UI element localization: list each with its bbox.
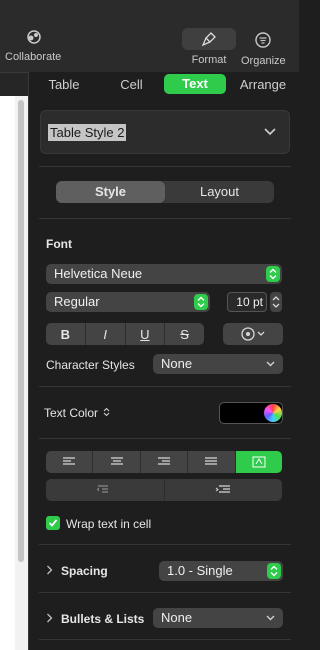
document-header-strip [0, 72, 28, 96]
typeface-value: Regular [54, 294, 100, 309]
divider [39, 639, 291, 640]
typeface-popup[interactable]: Regular [46, 292, 210, 312]
document-canvas[interactable] [0, 96, 15, 650]
wrap-text-label: Wrap text in cell [66, 517, 152, 531]
paintbrush-icon [182, 28, 236, 50]
updown-arrows-icon [103, 407, 110, 417]
decrease-indent-button[interactable] [46, 479, 165, 501]
divider [39, 438, 291, 439]
segment-style[interactable]: Style [56, 181, 165, 203]
paragraph-style-name: Table Style 2 [48, 124, 127, 141]
collaborate-button[interactable]: Collaborate [5, 29, 61, 63]
toolbar: Collaborate Format Organize [0, 0, 299, 72]
divider [39, 386, 291, 387]
font-size-stepper[interactable] [270, 292, 282, 312]
updown-arrows-icon [267, 563, 281, 579]
text-style-buttons: B I U S [46, 323, 204, 345]
align-left-button[interactable] [46, 451, 94, 473]
increase-indent-button[interactable] [165, 479, 283, 501]
checkmark-icon [48, 519, 58, 527]
organize-icon [254, 29, 272, 51]
auto-align-button[interactable] [235, 451, 283, 473]
align-center-button[interactable] [93, 451, 141, 473]
font-heading: Font [46, 237, 72, 251]
style-layout-segmented-control: Style Layout [56, 181, 274, 203]
character-styles-popup[interactable]: None [153, 354, 283, 374]
text-color-label-text: Text Color [44, 406, 99, 420]
font-size-field[interactable]: 10 pt [227, 292, 267, 312]
divider [39, 218, 291, 219]
font-family-popup[interactable]: Helvetica Neue [46, 264, 282, 284]
align-left-icon [63, 457, 76, 465]
organize-button[interactable]: Organize [241, 29, 286, 67]
color-wheel-icon[interactable] [264, 404, 282, 422]
tab-cell[interactable]: Cell [99, 77, 164, 92]
align-right-icon [158, 457, 171, 465]
character-styles-label: Character Styles [46, 358, 135, 372]
collaborate-icon [23, 29, 43, 47]
organize-label: Organize [241, 55, 286, 67]
format-inspector: Table Cell Text Arrange Table Style 2 St… [28, 72, 299, 650]
bullets-lists-label[interactable]: Bullets & Lists [61, 612, 144, 626]
document-scroll-thumb[interactable] [18, 100, 24, 562]
text-color-label: Text Color [44, 406, 110, 420]
decrease-indent-icon [96, 485, 108, 493]
justify-button[interactable] [188, 451, 236, 473]
increase-indent-icon [215, 485, 231, 493]
spacing-value: 1.0 - Single [167, 563, 233, 578]
format-label: Format [191, 54, 227, 66]
chevron-down-icon [266, 354, 275, 382]
advanced-options-button[interactable] [223, 323, 283, 345]
paragraph-style-picker[interactable]: Table Style 2 [40, 110, 290, 154]
chevron-down-icon [264, 128, 276, 136]
auto-align-icon [252, 456, 266, 468]
divider [39, 166, 291, 167]
spacing-popup[interactable]: 1.0 - Single [159, 561, 283, 581]
tab-text[interactable]: Text [164, 74, 226, 94]
updown-arrows-icon [266, 266, 280, 282]
italic-button[interactable]: I [86, 323, 126, 345]
align-right-button[interactable] [141, 451, 189, 473]
alignment-buttons [46, 451, 283, 473]
wrap-text-checkbox[interactable] [46, 516, 60, 530]
segment-layout[interactable]: Layout [165, 181, 274, 203]
spacing-label[interactable]: Spacing [61, 564, 108, 578]
align-center-icon [110, 457, 123, 465]
strikethrough-button[interactable]: S [165, 323, 204, 345]
format-button[interactable]: Format [182, 28, 236, 66]
tab-arrange[interactable]: Arrange [226, 77, 300, 92]
underline-button[interactable]: U [126, 323, 166, 345]
bold-button[interactable]: B [46, 323, 86, 345]
font-family-value: Helvetica Neue [54, 266, 143, 281]
character-styles-value: None [161, 356, 193, 371]
bullets-popup[interactable]: None [153, 608, 283, 628]
collaborate-label: Collaborate [5, 51, 62, 63]
bullets-value: None [161, 610, 193, 625]
tab-table[interactable]: Table [29, 77, 99, 92]
justify-icon [205, 457, 218, 465]
divider [39, 592, 291, 593]
bullets-disclosure-icon[interactable] [46, 613, 53, 626]
gear-icon [223, 323, 283, 345]
divider [39, 544, 291, 545]
updown-arrows-icon [194, 294, 208, 310]
inspector-tabs: Table Cell Text Arrange [29, 72, 300, 96]
chevron-down-icon [266, 608, 275, 636]
indent-buttons [46, 479, 282, 501]
spacing-disclosure-icon[interactable] [46, 565, 53, 578]
